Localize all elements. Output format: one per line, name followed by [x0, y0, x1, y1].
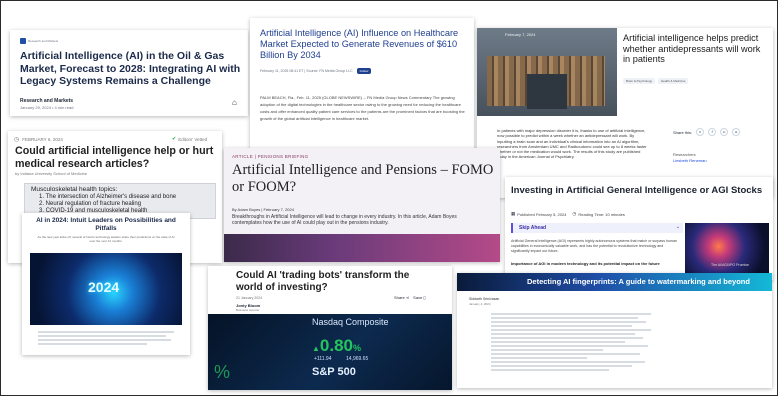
topic-item: 2. Neural regulation of fracture healing	[39, 201, 142, 207]
fingerprints-banner: Detecting AI fingerprints: A guide to wa…	[457, 273, 772, 291]
follow-button[interactable]: Follow	[356, 68, 372, 74]
card-oil-gas: Research and Markets Artificial Intellig…	[10, 30, 248, 116]
skip-ahead-bar[interactable]: Skip Ahead ⌄	[511, 223, 683, 233]
agi-thumbnail: The AI/AGI/IPO Promise	[685, 223, 769, 275]
ticker-name: Nasdaq Composite	[312, 317, 389, 327]
pensions-headline: Artificial Intelligence and Pensions – F…	[232, 162, 494, 195]
calendar-icon: ▦	[511, 211, 516, 216]
medical-headline: Could artificial intelligence help or hu…	[15, 145, 214, 170]
facebook-share-icon[interactable]: f	[708, 128, 717, 136]
antidepressant-headline: Artificial intelligence helps predict wh…	[623, 33, 761, 64]
topic-item: 1. The intersection of Alzheimer's disea…	[39, 194, 177, 200]
oil-gas-headline: Artificial Intelligence (AI) in the Oil …	[20, 50, 241, 87]
fingerprints-author: Siddarth Srinivasan	[469, 297, 500, 301]
clock-icon: ◷	[14, 137, 20, 143]
trading-author-role: Business reporter	[236, 308, 260, 312]
share-button[interactable]: Share ⋖	[394, 295, 409, 300]
intuit-hero-image: 2024	[30, 253, 182, 325]
forward-share-icon[interactable]: ➦	[732, 128, 741, 136]
ticker-delta: +111.94	[314, 356, 332, 362]
share-row: Share this: ✕ f in ➦	[673, 128, 741, 136]
pensions-hero-image	[224, 234, 500, 262]
pensions-byline: By Adam Boyes | February 7, 2024	[232, 207, 294, 212]
card-healthcare-market: Artificial Intelligence (AI) Influence o…	[250, 18, 474, 151]
oil-gas-date: January 29, 2024 • 4 min read	[20, 105, 74, 110]
reading-clock-icon: ◷	[572, 211, 577, 216]
chevron-down-icon: ⌄	[675, 224, 680, 230]
fingerprints-text	[491, 311, 651, 373]
share-icon: ⋖	[405, 295, 410, 300]
researchers-label: Researchers	[673, 152, 696, 157]
medical-date-row: ◷ FEBRUARY 6, 2024	[14, 137, 63, 143]
trading-actions: Share ⋖ Save ▯	[394, 295, 426, 300]
ticker-value: 14,969.65	[346, 356, 369, 362]
intuit-sub: As the new year kicks off, several of In…	[37, 235, 175, 243]
agi-body: Artificial General Intelligence (AGI) re…	[511, 239, 677, 253]
logo-mark-icon	[20, 38, 26, 44]
up-arrow-icon: ▲	[312, 344, 320, 353]
save-button[interactable]: Save ▯	[413, 295, 425, 300]
library-photo: February 7, 2024	[477, 28, 617, 116]
x-share-icon[interactable]: ✕	[696, 128, 705, 136]
fingerprints-date: January 4, 2024	[469, 302, 491, 306]
card-pensions: ARTICLE | PENSIONS BRIEFING Artificial I…	[224, 148, 500, 262]
hero-year: 2024	[88, 279, 120, 295]
ticker-board: Nasdaq Composite ▲0.80% +111.94 14,969.6…	[208, 314, 452, 390]
card-agi-stocks: Investing in Artificial General Intellig…	[505, 177, 773, 280]
card-antidepressants: February 7, 2024 Artificial intelligence…	[477, 28, 773, 198]
agi-meta: ▦ Published February 5, 2024 ◷ Reading T…	[511, 211, 625, 217]
linkedin-share-icon[interactable]: in	[720, 128, 729, 136]
healthcare-meta: February 11, 2025 08:41 ET | Source: FN …	[260, 68, 372, 74]
antidepressant-body: In patients with major depression disord…	[497, 128, 647, 160]
card-ai-fingerprints: Detecting AI fingerprints: A guide to wa…	[457, 273, 772, 388]
editors-badge: ✔ Editors' Vetted	[172, 136, 208, 142]
intuit-article-text	[38, 329, 174, 347]
agi-subhead: Importance of AGI in modern technology a…	[511, 261, 660, 266]
tag-list: Brain & Psychology Health & Medicine	[623, 78, 689, 84]
oil-gas-source: Research and Markets	[20, 98, 74, 104]
research-and-markets-logo: Research and Markets	[20, 38, 58, 44]
card-intuit-ai: AI in 2024: Intuit Leaders on Possibilit…	[22, 213, 190, 355]
pensions-section: ARTICLE | PENSIONS BRIEFING	[232, 154, 309, 159]
topics-title: Musculoskeletal health topics:	[31, 186, 118, 193]
card-trading-bots: Could AI 'trading bots' transform the wo…	[208, 266, 452, 390]
bookmark-icon: ▯	[423, 295, 426, 300]
tag-brain[interactable]: Brain & Psychology	[623, 78, 656, 84]
home-icon[interactable]: ⌂	[232, 98, 237, 107]
index-name: S&P 500	[312, 366, 356, 378]
agi-headline: Investing in Artificial General Intellig…	[511, 185, 763, 196]
researcher-name[interactable]: Liesbeth Reneman	[673, 158, 707, 163]
check-icon: ✔	[172, 136, 177, 142]
tag-health[interactable]: Health & Medicine	[658, 78, 689, 84]
ticker-change: ▲0.80%	[312, 336, 362, 355]
percent-sign-bg: %	[214, 362, 231, 382]
photo-date: February 7, 2024	[505, 32, 536, 37]
intuit-headline: AI in 2024: Intuit Leaders on Possibilit…	[36, 217, 176, 232]
pensions-intro: Breakthroughs in Artificial Intelligence…	[232, 214, 457, 227]
fingerprints-headline: Detecting AI fingerprints: A guide to wa…	[527, 277, 750, 286]
trading-date: 21 January 2024	[236, 296, 263, 300]
trading-headline: Could AI 'trading bots' transform the wo…	[236, 270, 410, 293]
healthcare-body: PALM BEACH, Fla., Feb. 11, 2025 (GLOBE N…	[260, 95, 465, 121]
medical-byline: by Indiana University School of Medicine	[15, 171, 88, 176]
healthcare-headline: Artificial Intelligence (AI) Influence o…	[260, 28, 459, 60]
